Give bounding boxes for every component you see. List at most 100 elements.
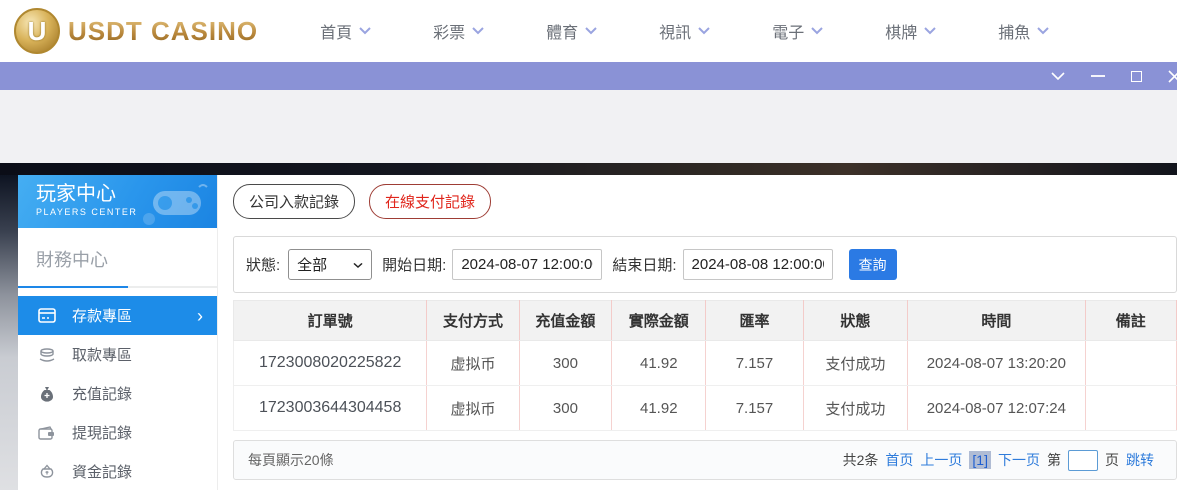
sidebar-header: 玩家中心 PLAYERS CENTER — [18, 175, 217, 228]
brand-logo[interactable]: U USDT CASINO — [14, 8, 258, 54]
close-icon[interactable] — [1168, 70, 1177, 83]
start-date-input[interactable] — [452, 249, 602, 280]
window-title-bar — [0, 62, 1177, 90]
chevron-down-icon — [472, 27, 484, 35]
nav-item-cards[interactable]: 棋牌 — [885, 19, 936, 43]
chevron-down-icon — [698, 27, 710, 35]
brand-name: USDT CASINO — [68, 16, 258, 47]
col-time: 時間 — [908, 301, 1085, 341]
pagination-bar: 每頁顯示20條 共2条 首页 上一页 [1] 下一页 第 页 跳转 — [233, 440, 1177, 480]
cell-payment-method: 虚拟币 — [427, 341, 519, 386]
payment-records-table: 訂單號 支付方式 充值金額 實際金額 匯率 狀態 時間 備註 172300802… — [233, 300, 1177, 431]
cell-actual-amount: 41.92 — [612, 386, 706, 431]
chevron-right-icon: › — [197, 307, 203, 325]
table-row: 1723003644304458 虚拟币 300 41.92 7.157 支付成… — [234, 386, 1177, 431]
logo-letter: U — [28, 16, 47, 47]
cell-remark — [1085, 341, 1177, 386]
sidebar-menu: 存款專區 › 取款專區 充值記錄 提現記錄 — [18, 296, 217, 490]
nav-item-lottery[interactable]: 彩票 — [433, 19, 484, 43]
section-divider — [18, 286, 217, 288]
col-exchange-rate: 匯率 — [706, 301, 803, 341]
cell-time: 2024-08-07 12:07:24 — [908, 386, 1085, 431]
jump-button[interactable]: 跳转 — [1126, 450, 1154, 470]
sidebar-item-withdrawal-records[interactable]: 提現記錄 — [18, 413, 217, 452]
current-page-indicator: [1] — [969, 451, 991, 469]
total-count-label: 共2条 — [843, 450, 879, 470]
sidebar-item-recharge-records[interactable]: 充值記錄 — [18, 374, 217, 413]
cell-recharge-amount: 300 — [519, 386, 611, 431]
coin-purse-icon — [36, 464, 58, 480]
jump-prefix-label: 第 — [1047, 450, 1061, 470]
cell-time: 2024-08-07 13:20:20 — [908, 341, 1085, 386]
tab-online-payment-records[interactable]: 在線支付記錄 — [369, 184, 491, 219]
cell-order-no: 1723003644304458 — [234, 386, 427, 431]
record-tabs: 公司入款記錄 在線支付記錄 — [228, 175, 1177, 219]
end-date-input[interactable] — [683, 249, 833, 280]
chevron-down-icon — [924, 27, 936, 35]
col-order-no: 訂單號 — [234, 301, 427, 341]
sidebar-section: 財務中心 — [18, 228, 217, 272]
left-background-strip — [0, 175, 18, 490]
status-label: 狀態: — [246, 254, 280, 275]
jump-suffix-label: 页 — [1105, 450, 1119, 470]
col-payment-method: 支付方式 — [427, 301, 519, 341]
nav-item-slots[interactable]: 電子 — [772, 19, 823, 43]
nav-item-home[interactable]: 首頁 — [320, 19, 371, 43]
filter-panel: 狀態: 全部 開始日期: 結束日期: 查詢 — [233, 236, 1177, 293]
top-header: U USDT CASINO 首頁 彩票 體育 視訊 電子 — [0, 0, 1177, 62]
page-jump-input[interactable] — [1068, 450, 1098, 471]
prev-page-link[interactable]: 上一页 — [920, 450, 962, 470]
chevron-down-icon — [585, 27, 597, 35]
player-center-sidebar: 玩家中心 PLAYERS CENTER 財務中心 存款專區 › — [18, 175, 218, 490]
first-page-link[interactable]: 首页 — [885, 450, 913, 470]
cell-status: 支付成功 — [803, 341, 908, 386]
col-recharge-amount: 充值金額 — [519, 301, 611, 341]
cell-exchange-rate: 7.157 — [706, 341, 803, 386]
start-date-label: 開始日期: — [382, 254, 446, 275]
table-row: 1723008020225822 虚拟币 300 41.92 7.157 支付成… — [234, 341, 1177, 386]
gamepad-icon — [139, 181, 209, 225]
brand-logo-icon: U — [14, 8, 60, 54]
nav-item-sports[interactable]: 體育 — [546, 19, 597, 43]
sidebar-item-fund-records[interactable]: 資金記錄 — [18, 452, 217, 490]
chevron-down-icon — [811, 27, 823, 35]
pager: 共2条 首页 上一页 [1] 下一页 第 页 跳转 — [843, 450, 1154, 471]
cell-status: 支付成功 — [803, 386, 908, 431]
sidebar-item-deposit-zone[interactable]: 存款專區 › — [18, 296, 217, 335]
cell-actual-amount: 41.92 — [612, 341, 706, 386]
per-page-label: 每頁顯示20條 — [248, 450, 334, 470]
deposit-card-icon — [36, 308, 58, 323]
chevron-down-icon — [359, 27, 371, 35]
table-header-row: 訂單號 支付方式 充值金額 實際金額 匯率 狀態 時間 備註 — [234, 301, 1177, 341]
search-button[interactable]: 查詢 — [849, 249, 897, 280]
maximize-icon[interactable] — [1131, 71, 1142, 82]
spacer-band — [0, 90, 1177, 163]
cell-payment-method: 虚拟币 — [427, 386, 519, 431]
cell-exchange-rate: 7.157 — [706, 386, 803, 431]
tab-company-deposit-records[interactable]: 公司入款記錄 — [233, 184, 355, 219]
col-status: 狀態 — [803, 301, 908, 341]
finance-center-label: 財務中心 — [36, 246, 217, 272]
wallet-icon — [36, 426, 58, 440]
app-window: U USDT CASINO 首頁 彩票 體育 視訊 電子 — [0, 0, 1177, 490]
end-date-label: 結束日期: — [612, 254, 676, 275]
nav-item-video[interactable]: 視訊 — [659, 19, 710, 43]
cell-remark — [1085, 386, 1177, 431]
sidebar-item-withdraw-zone[interactable]: 取款專區 — [18, 335, 217, 374]
select-chevron-icon — [353, 259, 363, 270]
nav-item-fishing[interactable]: 捕魚 — [998, 19, 1049, 43]
chevron-down-icon — [1037, 27, 1049, 35]
cell-recharge-amount: 300 — [519, 341, 611, 386]
dropdown-chevron-icon[interactable] — [1051, 72, 1065, 81]
next-page-link[interactable]: 下一页 — [998, 450, 1040, 470]
main-content: 公司入款記錄 在線支付記錄 狀態: 全部 開始日期: 結束日期: 查詢 — [228, 175, 1177, 490]
status-select[interactable]: 全部 — [288, 249, 372, 280]
money-bag-icon — [36, 386, 58, 402]
hand-coins-icon — [36, 347, 58, 362]
dark-divider-band — [0, 163, 1177, 175]
cell-order-no: 1723008020225822 — [234, 341, 427, 386]
main-nav: 首頁 彩票 體育 視訊 電子 棋牌 — [320, 19, 1111, 43]
col-remark: 備註 — [1085, 301, 1177, 341]
col-actual-amount: 實際金額 — [612, 301, 706, 341]
minimize-icon[interactable] — [1091, 74, 1105, 78]
